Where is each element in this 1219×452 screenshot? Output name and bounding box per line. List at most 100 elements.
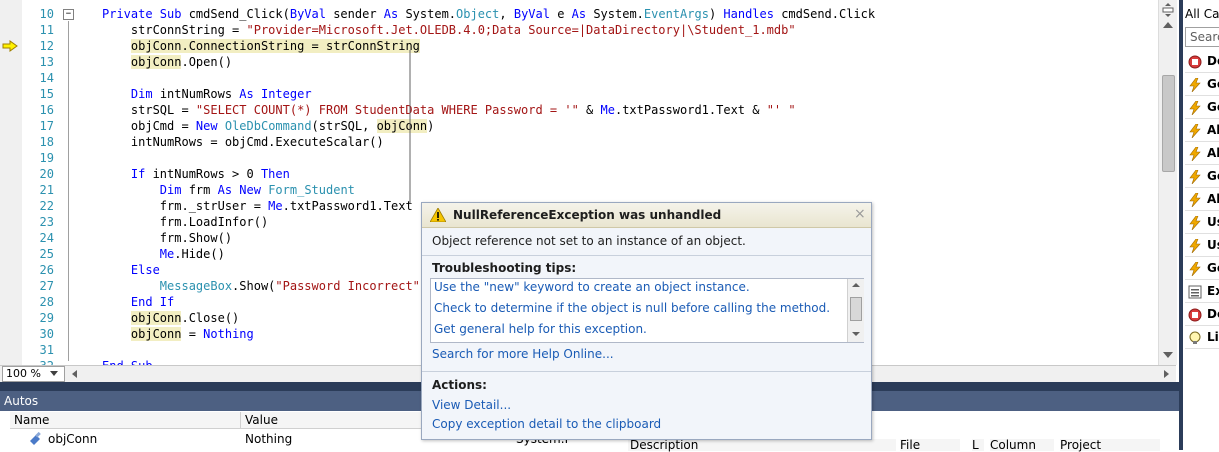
toolbox-item-label: Li (1207, 330, 1219, 344)
toolbox-item-label: Al (1207, 146, 1219, 160)
toolbox-item[interactable]: Li (1185, 326, 1219, 349)
line-number: 31 (39, 343, 54, 357)
code-line[interactable]: 14 (0, 70, 1158, 86)
code-line[interactable]: 10 Private Sub cmdSend_Click(ByVal sender… (0, 6, 1158, 22)
column-header-project[interactable]: Project (1060, 439, 1160, 451)
code-text[interactable]: Dim frm As New Form_Student (102, 182, 355, 198)
exception-assistant: NullReferenceException was unhandled × O… (421, 202, 872, 440)
toolbox-item-label: Al (1207, 123, 1219, 137)
autos-row-value[interactable]: Nothing (245, 431, 292, 447)
toolbox-search-input[interactable]: Searc (1185, 27, 1219, 47)
line-number: 11 (39, 23, 54, 37)
code-text[interactable]: frm.LoadInfor() (102, 214, 268, 230)
code-line[interactable]: 17 objCmd = New OleDbCommand(strSQL, obj… (0, 118, 1158, 134)
toolbox-item[interactable]: Al (1185, 142, 1219, 165)
copy-detail-link[interactable]: Copy exception detail to the clipboard (432, 417, 661, 431)
code-line[interactable]: 15 Dim intNumRows As Integer (0, 86, 1158, 102)
troubleshooting-list[interactable]: Use the "new" keyword to create an objec… (430, 278, 864, 343)
lightning-icon (1188, 123, 1202, 139)
code-text[interactable]: objConn.Close() (102, 310, 239, 326)
code-line[interactable]: 12 objConn.ConnectionString = strConnStr… (0, 38, 1158, 54)
line-number: 12 (39, 39, 54, 53)
code-text[interactable]: strSQL = "SELECT COUNT(*) FROM StudentDa… (102, 102, 796, 118)
toolbox-item-label: Al (1207, 192, 1219, 206)
code-text[interactable]: End If (102, 294, 174, 310)
toolbox-item-label: Do (1207, 54, 1219, 68)
code-text[interactable]: strConnString = "Provider=Microsoft.Jet.… (102, 22, 796, 38)
column-header-column[interactable]: Column (990, 439, 1054, 451)
collapse-icon[interactable]: − (63, 9, 74, 20)
autos-row-name[interactable]: objConn (48, 431, 97, 447)
line-number: 16 (39, 103, 54, 117)
chevron-down-icon[interactable] (50, 371, 58, 376)
scroll-up-icon[interactable] (1163, 22, 1173, 28)
toolbox-item[interactable]: Ex (1185, 280, 1219, 303)
code-text[interactable]: Private Sub cmdSend_Click(ByVal sender A… (102, 6, 875, 22)
code-text[interactable]: objCmd = New OleDbCommand(strSQL, objCon… (102, 118, 434, 134)
scroll-left-icon[interactable] (72, 370, 77, 378)
lightning-icon (1188, 169, 1202, 185)
lightning-icon (1188, 238, 1202, 254)
editor-vertical-scrollbar[interactable] (1158, 0, 1177, 365)
code-text[interactable]: intNumRows = objCmd.ExecuteScalar() (102, 134, 384, 150)
line-number: 30 (39, 327, 54, 341)
toolbox-category[interactable]: All Cat (1185, 7, 1219, 21)
scroll-down-icon[interactable] (1163, 352, 1173, 358)
code-line[interactable]: 16 strSQL = "SELECT COUNT(*) FROM Studen… (0, 102, 1158, 118)
code-line[interactable]: 18 intNumRows = objCmd.ExecuteScalar() (0, 134, 1158, 150)
scroll-right-icon[interactable] (1164, 370, 1169, 378)
close-icon[interactable]: × (854, 206, 866, 222)
toolbox-item[interactable]: Ge (1185, 165, 1219, 188)
tip-link-new-keyword[interactable]: Use the "new" keyword to create an objec… (434, 280, 750, 294)
autos-row-icon (28, 431, 42, 447)
view-detail-link[interactable]: View Detail... (432, 398, 511, 412)
column-header-line[interactable]: L (972, 439, 984, 451)
code-text[interactable]: Me.Hide() (102, 246, 225, 262)
code-text[interactable]: Dim intNumRows As Integer (102, 86, 312, 102)
code-line[interactable]: 21 Dim frm As New Form_Student (0, 182, 1158, 198)
toolbox-item-label: Ex (1207, 284, 1219, 298)
code-text[interactable]: frm.Show() (102, 230, 232, 246)
code-text[interactable]: Else (102, 262, 160, 278)
toolbox-item-label: Ge (1207, 169, 1219, 183)
code-line[interactable]: 13 objConn.Open() (0, 54, 1158, 70)
tip-link-check-null[interactable]: Check to determine if the object is null… (434, 301, 830, 315)
troubleshooting-heading: Troubleshooting tips: (432, 261, 577, 275)
code-text[interactable]: objConn.ConnectionString = strConnString (102, 38, 420, 54)
toolbox-item[interactable]: Ge (1185, 96, 1219, 119)
lightning-icon (1188, 100, 1202, 116)
scroll-down-icon[interactable] (852, 332, 860, 336)
scroll-thumb[interactable] (850, 297, 862, 321)
code-text[interactable]: objConn.Open() (102, 54, 232, 70)
toolbox-item[interactable]: Us (1185, 234, 1219, 257)
code-line[interactable]: 11 strConnString = "Provider=Microsoft.J… (0, 22, 1158, 38)
search-online-link[interactable]: Search for more Help Online... (432, 347, 614, 361)
line-number: 22 (39, 199, 54, 213)
tips-scrollbar[interactable] (847, 279, 864, 342)
scroll-thumb[interactable] (1162, 75, 1175, 172)
toolbox-item-label: Ge (1207, 261, 1219, 275)
line-number: 28 (39, 295, 54, 309)
code-line[interactable]: 19 (0, 150, 1158, 166)
toolbox-item[interactable]: Us (1185, 211, 1219, 234)
scroll-up-icon[interactable] (852, 283, 860, 287)
code-text[interactable]: MessageBox.Show("Password Incorrect") (102, 278, 427, 294)
code-text[interactable]: If intNumRows > 0 Then (102, 166, 290, 182)
toolbox-item[interactable]: Ge (1185, 73, 1219, 96)
code-text[interactable]: frm._strUser = Me.txtPassword1.Text (102, 198, 413, 214)
column-header-description[interactable]: Description (628, 439, 896, 451)
toolbox-item[interactable]: Al (1185, 188, 1219, 211)
toolbox-item[interactable]: Al (1185, 119, 1219, 142)
code-text[interactable]: objConn = Nothing (102, 326, 254, 342)
column-header-name[interactable]: Name (10, 412, 241, 429)
split-handle-icon[interactable] (1162, 3, 1174, 17)
toolbox-item-label: Us (1207, 215, 1219, 229)
code-line[interactable]: 20 If intNumRows > 0 Then (0, 166, 1158, 182)
toolbox-item[interactable]: De (1185, 303, 1219, 326)
line-number: 27 (39, 279, 54, 293)
tip-link-general-help[interactable]: Get general help for this exception. (434, 322, 647, 336)
column-header-file[interactable]: File (900, 439, 960, 451)
line-number: 13 (39, 55, 54, 69)
toolbox-item[interactable]: Ge (1185, 257, 1219, 280)
toolbox-item[interactable]: Do (1185, 50, 1219, 73)
